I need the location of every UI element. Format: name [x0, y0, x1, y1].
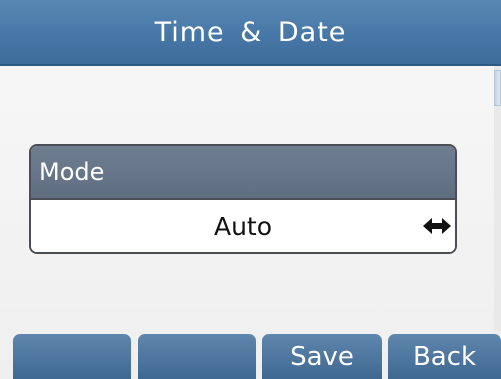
- scrollbar[interactable]: [494, 66, 501, 331]
- mode-field-value-row[interactable]: Auto: [31, 200, 455, 252]
- softkey-1[interactable]: [13, 334, 131, 379]
- phone-screen: Time & Date Mode Auto Save Back: [0, 0, 501, 379]
- back-button[interactable]: Back: [388, 334, 501, 379]
- save-button[interactable]: Save: [262, 334, 382, 379]
- softkey-2[interactable]: [138, 334, 256, 379]
- mode-field[interactable]: Mode Auto: [29, 144, 457, 254]
- mode-field-label: Mode: [31, 146, 455, 200]
- scroll-thumb[interactable]: [494, 70, 501, 106]
- page-title: Time & Date: [0, 0, 501, 66]
- left-right-arrow-icon[interactable]: [423, 217, 451, 235]
- softkey-bar: Save Back: [0, 334, 501, 379]
- mode-value: Auto: [213, 211, 273, 241]
